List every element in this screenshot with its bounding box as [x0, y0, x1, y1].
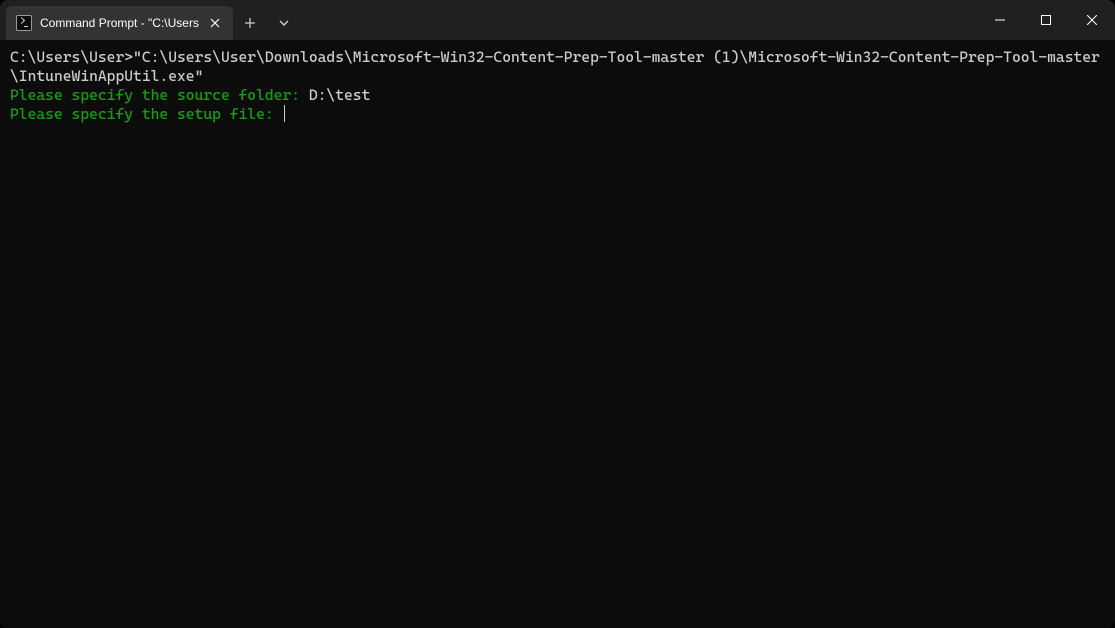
tab-close-button[interactable] — [207, 15, 223, 31]
terminal-window: Command Prompt - "C:\Users — [0, 0, 1115, 628]
tab-dropdown-button[interactable] — [267, 6, 301, 40]
window-close-icon — [1087, 15, 1097, 25]
maximize-button[interactable] — [1023, 0, 1069, 40]
prompt-source-folder: Please specify the source folder: — [10, 86, 309, 104]
titlebar: Command Prompt - "C:\Users — [0, 0, 1115, 40]
shell-prompt: C:\Users\User> — [10, 48, 133, 66]
window-close-button[interactable] — [1069, 0, 1115, 40]
cmd-icon — [16, 15, 32, 31]
prompt-setup-file: Please specify the setup file: — [10, 105, 282, 123]
tab-active[interactable]: Command Prompt - "C:\Users — [6, 6, 233, 40]
input-source-folder: D:\test — [309, 86, 371, 104]
window-controls — [977, 0, 1115, 40]
new-tab-button[interactable] — [233, 6, 267, 40]
minimize-button[interactable] — [977, 0, 1023, 40]
text-cursor — [284, 105, 285, 122]
terminal-area[interactable]: C:\Users\User>"C:\Users\User\Downloads\M… — [0, 40, 1115, 628]
command-text: "C:\Users\User\Downloads\Microsoft-Win32… — [10, 48, 1100, 85]
chevron-down-icon — [278, 17, 290, 29]
titlebar-drag-region[interactable] — [301, 0, 977, 40]
tab-title: Command Prompt - "C:\Users — [40, 16, 199, 30]
close-icon — [210, 18, 220, 28]
maximize-icon — [1041, 15, 1051, 25]
tab-strip: Command Prompt - "C:\Users — [0, 0, 301, 40]
minimize-icon — [995, 15, 1005, 25]
plus-icon — [244, 17, 256, 29]
